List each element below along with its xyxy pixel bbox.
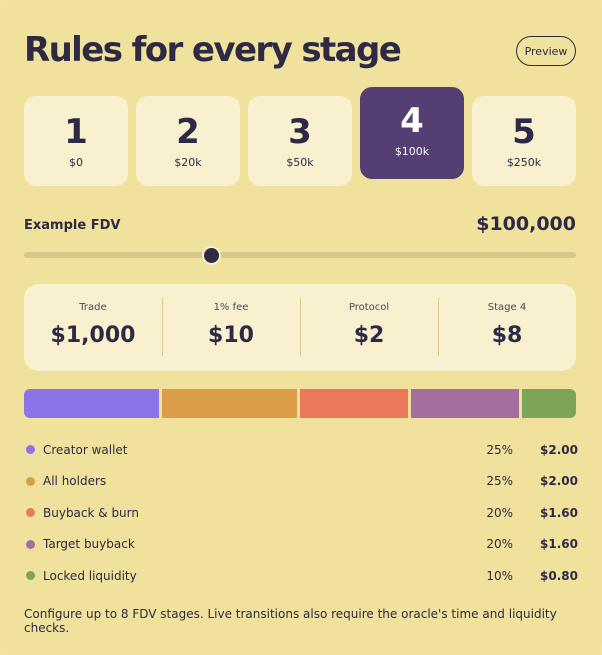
- stat-value: $1,000: [50, 323, 136, 348]
- stat-label: Trade: [79, 302, 107, 313]
- legend-percent: 20%: [486, 537, 513, 552]
- legend-dot: [26, 571, 35, 581]
- fdv-slider-thumb[interactable]: [202, 246, 222, 265]
- stage-number: 2: [176, 112, 200, 152]
- allocation-bar: [24, 389, 576, 418]
- legend-row: Buyback & burn 20% $1.60: [24, 497, 578, 529]
- legend-row: Locked liquidity 10% $0.80: [24, 560, 578, 592]
- legend-name: Creator wallet: [43, 442, 128, 457]
- legend-dot: [26, 508, 35, 518]
- legend-amount: $2.00: [540, 474, 578, 489]
- legend-percent: 25%: [486, 442, 513, 457]
- stat-trade: Trade $1,000: [24, 284, 162, 371]
- legend-row: Creator wallet 25% $2.00: [24, 434, 578, 466]
- stage-number: 5: [512, 112, 536, 152]
- stage-tab-4[interactable]: 4 $100k: [360, 87, 464, 179]
- legend-amount: $1.60: [540, 537, 578, 552]
- legend-percent: 10%: [486, 568, 513, 583]
- stage-tab-3[interactable]: 3 $50k: [248, 96, 352, 186]
- stage-tab-1[interactable]: 1 $0: [24, 96, 128, 186]
- stat-fee: 1% fee $10: [162, 284, 300, 371]
- allocation-segment-locked-liquidity: [522, 389, 576, 418]
- legend-amount: $2.00: [540, 442, 578, 457]
- legend-dot: [26, 445, 35, 455]
- allocation-legend: Creator wallet 25% $2.00 All holders 25%…: [24, 434, 578, 592]
- legend-amount: $0.80: [540, 568, 578, 583]
- stat-label: 1% fee: [213, 302, 249, 313]
- stat-label: Protocol: [348, 302, 390, 313]
- stat-protocol: Protocol $2: [300, 284, 438, 371]
- stat-label: Stage 4: [487, 302, 527, 313]
- legend-row: All holders 25% $2.00: [24, 466, 578, 498]
- stage-rules-card: Rules for every stage Preview 1 $0 2 $20…: [0, 0, 602, 655]
- legend-name: Locked liquidity: [43, 568, 137, 583]
- stage-number: 1: [64, 112, 88, 152]
- legend-dot: [26, 539, 35, 549]
- fee-breakdown-panel: Trade $1,000 1% fee $10 Protocol $2 Stag…: [24, 284, 576, 371]
- fdv-label: Example FDV: [24, 218, 121, 233]
- stat-value: $8: [491, 323, 523, 348]
- stat-value: $10: [208, 323, 254, 348]
- allocation-segment-target-buyback: [411, 389, 519, 418]
- allocation-segment-buyback-burn: [300, 389, 408, 418]
- allocation-segment-all-holders: [162, 389, 297, 418]
- legend-percent: 20%: [486, 505, 513, 520]
- fdv-value: $100,000: [476, 213, 576, 235]
- stage-threshold: $100k: [394, 145, 430, 158]
- stat-value: $2: [353, 323, 385, 348]
- stat-stage: Stage 4 $8: [438, 284, 576, 371]
- legend-name: Buyback & burn: [43, 505, 139, 520]
- fdv-slider-track[interactable]: [24, 252, 576, 258]
- legend-dot: [26, 476, 35, 486]
- stage-threshold: $0: [69, 156, 83, 169]
- legend-name: All holders: [43, 474, 107, 489]
- preview-button[interactable]: Preview: [516, 36, 576, 66]
- footer-note: Configure up to 8 FDV stages. Live trans…: [24, 607, 557, 635]
- stage-tab-2[interactable]: 2 $20k: [136, 96, 240, 186]
- stage-threshold: $20k: [174, 156, 202, 169]
- stage-tab-5[interactable]: 5 $250k: [472, 96, 576, 186]
- allocation-segment-creator-wallet: [24, 389, 159, 418]
- legend-name: Target buyback: [43, 537, 135, 552]
- stage-threshold: $250k: [506, 156, 542, 169]
- stage-number: 3: [288, 112, 312, 152]
- legend-row: Target buyback 20% $1.60: [24, 529, 578, 561]
- stage-threshold: $50k: [286, 156, 314, 169]
- stage-number: 4: [400, 101, 424, 141]
- legend-amount: $1.60: [540, 505, 578, 520]
- page-title: Rules for every stage: [24, 30, 402, 70]
- legend-percent: 25%: [486, 474, 513, 489]
